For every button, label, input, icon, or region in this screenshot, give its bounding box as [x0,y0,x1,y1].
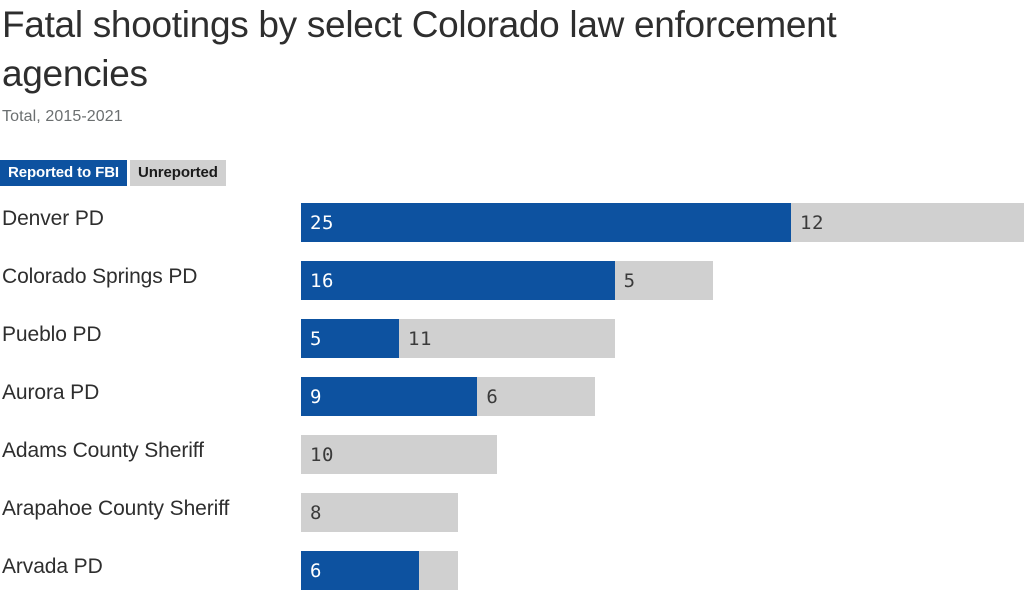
bar-value-label: 6 [486,385,499,408]
chart-subtitle: Total, 2015-2021 [2,108,123,125]
bar-segment-unreported[interactable]: 10 [301,435,497,474]
bar-row: Pueblo PD 5 11 [0,311,1024,369]
bar-segment-reported[interactable]: 9 [301,377,478,416]
bar-value-label: 12 [800,211,824,234]
bar-segment-reported[interactable]: 6 [301,551,419,590]
bar-row-label: Denver PD [2,206,104,230]
bar-row-label: Arvada PD [2,554,103,578]
bar-segment-unreported[interactable]: 8 [301,493,458,532]
bar-row-label: Arapahoe County Sheriff [2,496,230,520]
bar-track: 25 12 [301,203,1024,242]
bar-row-label: Adams County Sheriff [2,438,204,462]
bar-value-label: 6 [310,559,322,582]
bar-row: Arvada PD 6 [0,543,1024,601]
chart-header: Fatal shootings by select Colorado law e… [0,0,1010,126]
bar-row-label: Colorado Springs PD [2,264,198,288]
bar-segment-unreported[interactable]: 11 [399,319,615,358]
bar-row: Adams County Sheriff 10 [0,427,1024,485]
bar-value-label: 16 [310,269,334,292]
bar-value-label: 25 [310,211,334,234]
bar-track: 6 [301,551,458,590]
bar-segment-reported[interactable]: 16 [301,261,615,300]
bar-value-label: 10 [310,443,334,466]
bar-rows: Denver PD 25 12 Colorado Springs PD 16 5 Puebl… [0,195,1024,601]
bar-segment-unreported[interactable]: 5 [614,261,713,300]
legend-item-reported[interactable]: Reported to FBI [0,160,127,186]
bar-row: Colorado Springs PD 16 5 [0,253,1024,311]
legend-item-unreported[interactable]: Unreported [130,160,226,186]
bar-row: Arapahoe County Sheriff 8 [0,485,1024,543]
chart-legend: Reported to FBI Unreported [0,160,226,186]
bar-track: 96 [301,377,595,416]
bar-track: 5 11 [301,319,615,358]
bar-row: Denver PD 25 12 [0,195,1024,253]
chart-container: Fatal shootings by select Colorado law e… [0,0,1024,590]
bar-segment-unreported[interactable]: 12 [791,203,1024,242]
bar-value-label: 5 [310,327,322,350]
bar-track: 16 5 [301,261,713,300]
bar-value-label: 11 [408,327,432,350]
bar-value-label: 9 [310,385,322,408]
bar-row-label: Pueblo PD [2,322,102,346]
bar-track: 10 [301,435,497,474]
bar-value-label: 5 [623,269,636,292]
bar-row-label: Aurora PD [2,380,100,404]
bar-segment-unreported[interactable] [418,551,458,590]
bar-segment-unreported[interactable]: 6 [477,377,595,416]
bar-segment-reported[interactable]: 5 [301,319,399,358]
bar-value-label: 8 [310,501,322,524]
bar-track: 8 [301,493,458,532]
bar-segment-reported[interactable]: 25 [301,203,791,242]
page-title: Fatal shootings by select Colorado law e… [2,4,837,94]
bar-row: Aurora PD 9 6 [0,369,1024,427]
